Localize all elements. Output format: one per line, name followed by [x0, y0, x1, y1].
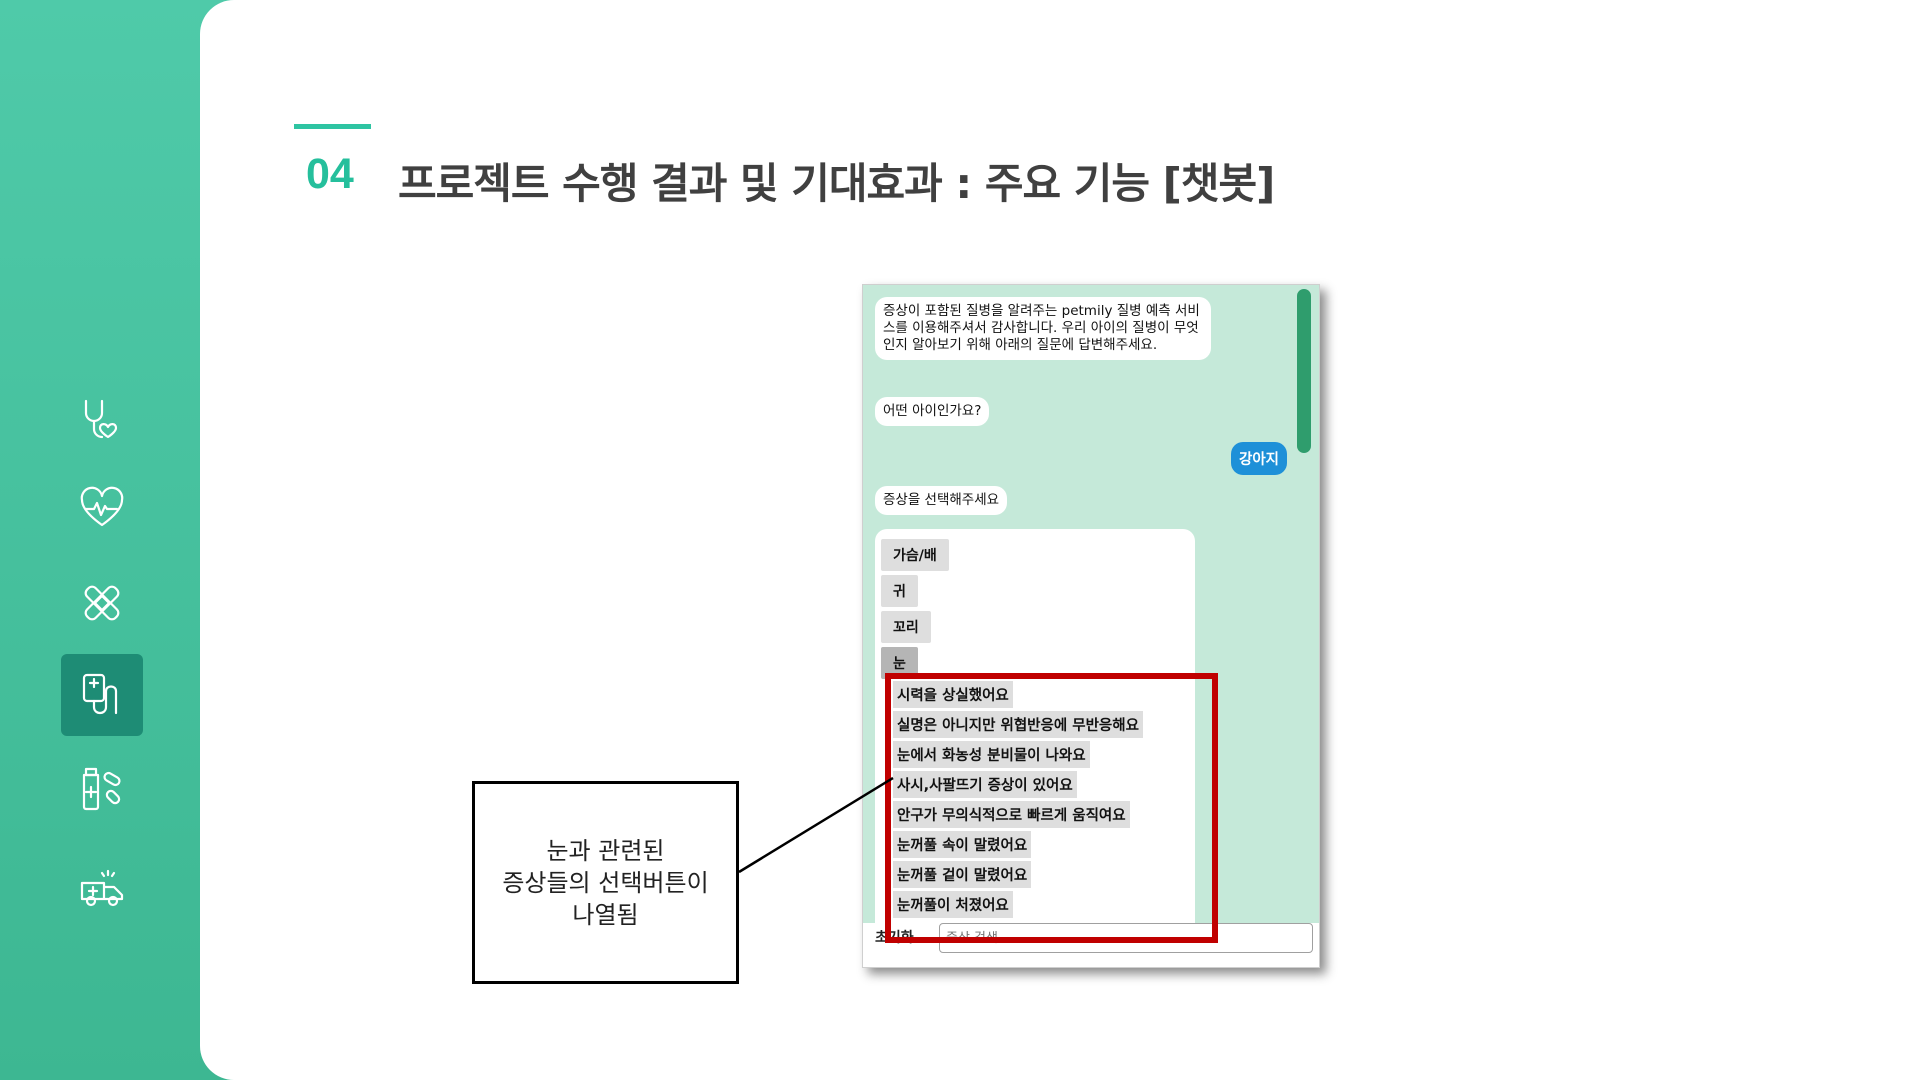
title-accent-line [294, 124, 371, 129]
bandage-icon[interactable] [61, 562, 143, 644]
bot-question-symptom: 증상을 선택해주세요 [875, 486, 1008, 515]
option-chest-belly[interactable]: 가슴/배 [881, 539, 949, 571]
annotation-callout: 눈과 관련된 증상들의 선택버튼이 나열됨 [472, 781, 739, 984]
callout-line: 나열됨 [572, 900, 639, 929]
callout-line: 눈과 관련된 [546, 836, 665, 865]
heartbeat-icon[interactable] [61, 468, 143, 550]
ambulance-icon[interactable] [61, 846, 143, 928]
bot-question-animal: 어떤 아이인가요? [875, 397, 990, 426]
medicine-pills-icon[interactable] [61, 748, 143, 830]
section-number: 04 [306, 150, 354, 198]
stethoscope-heart-icon[interactable] [61, 380, 143, 462]
callout-line: 증상들의 선택버튼이 [502, 868, 709, 897]
highlight-box [885, 673, 1218, 943]
option-ear[interactable]: 귀 [881, 575, 918, 607]
scrollbar-thumb[interactable] [1297, 289, 1311, 453]
bot-greeting-bubble: 증상이 포함된 질병을 알려주는 petmily 질병 예측 서비스를 이용해주… [875, 297, 1211, 360]
page-title: 프로젝트 수행 결과 및 기대효과 : 주요 기능 [챗봇] [398, 159, 1275, 208]
user-answer-bubble: 강아지 [1231, 442, 1288, 475]
iv-drip-icon[interactable] [61, 654, 143, 736]
option-tail[interactable]: 꼬리 [881, 611, 931, 643]
